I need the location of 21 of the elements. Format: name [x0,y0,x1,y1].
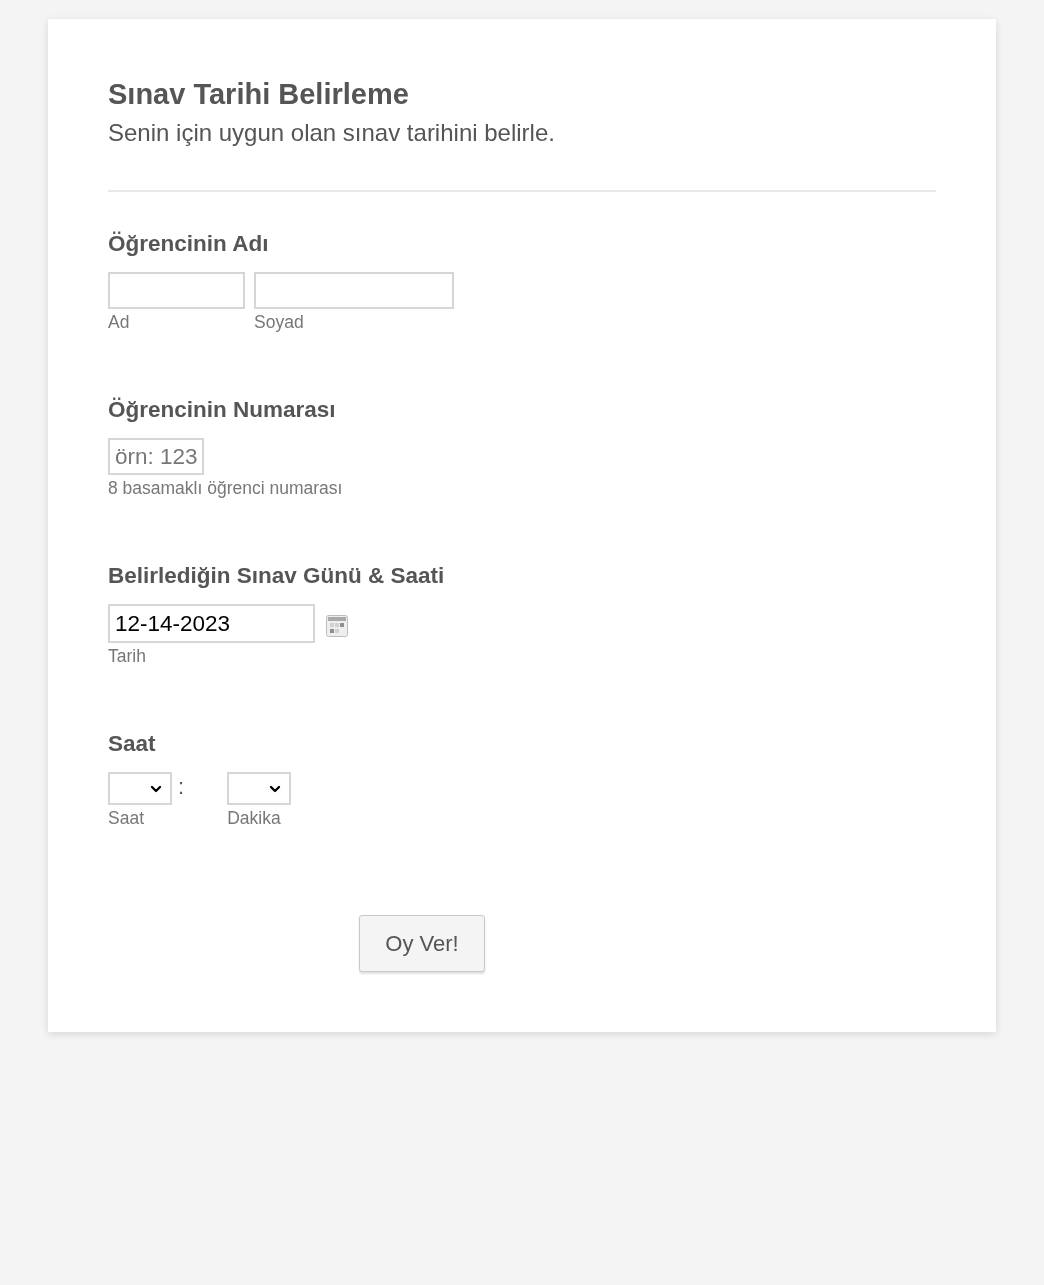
first-name-input[interactable] [108,272,245,309]
field-label: Belirlediğin Sınav Günü & Saati [108,563,446,589]
last-name-input[interactable] [254,272,454,309]
submit-button[interactable]: Oy Ver! [359,915,485,972]
calendar-icon[interactable] [326,615,348,637]
field-label: Öğrencinin Adı [108,231,270,257]
time-separator: : [178,773,185,801]
input-sublabel: Ad [108,312,131,333]
minute-select[interactable] [227,772,292,805]
input-sublabel: 8 basamaklı öğrenci numarası [108,478,344,499]
field-label: Öğrencinin Numarası [108,397,337,423]
student-number-input[interactable]: örn: 123 [108,438,204,475]
form-description: Senin için uygun olan sınav tarihini belirle. [108,119,556,147]
input-sublabel: Soyad [254,312,305,333]
hour-select[interactable] [108,772,172,805]
field-label: Saat [108,731,157,757]
select-sublabel: Dakika [227,808,282,829]
date-input[interactable]: 12-14-2023 [108,604,315,643]
form-title: Sınav Tarihi Belirleme [108,78,410,110]
input-sublabel: Tarih [108,646,147,667]
select-sublabel: Saat [108,808,145,829]
